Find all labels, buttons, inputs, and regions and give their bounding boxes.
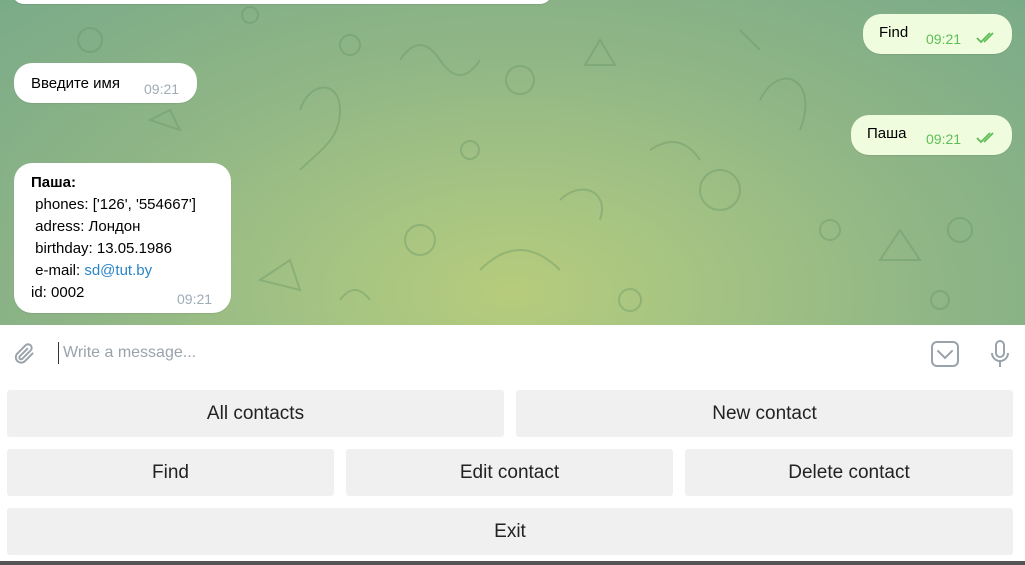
message-time: 09:21 xyxy=(144,81,180,97)
message-time: 09:21 xyxy=(926,131,962,147)
message-time: 09:21 xyxy=(177,291,213,307)
contact-id: id: 0002 xyxy=(31,284,85,301)
keyboard-toggle-icon[interactable] xyxy=(930,340,960,368)
incoming-contact-card[interactable]: Паша: phones: ['126', '554667'] adress: … xyxy=(14,163,231,313)
contact-email-line: e-mail: sd@tut.by xyxy=(31,262,152,279)
exit-button[interactable]: Exit xyxy=(7,508,1013,555)
message-input-bar: Write a message... xyxy=(0,325,1025,381)
telegram-window: Find 09:21 Введите имя 09:21 Паша 09:21 … xyxy=(0,0,1025,565)
contact-phones: phones: ['126', '554667'] xyxy=(31,196,196,213)
window-bottom-edge xyxy=(0,561,1025,565)
contact-adress: adress: Лондон xyxy=(31,218,141,235)
outgoing-message-name[interactable]: Паша 09:21 xyxy=(851,115,1012,155)
contact-name: Паша: xyxy=(31,174,76,191)
read-checkmarks-icon xyxy=(976,32,994,44)
contact-birthday: birthday: 13.05.1986 xyxy=(31,240,172,257)
message-input[interactable]: Write a message... xyxy=(58,342,196,364)
microphone-icon[interactable] xyxy=(988,339,1012,369)
incoming-message-prompt[interactable]: Введите имя 09:21 xyxy=(14,63,197,103)
message-text: Find xyxy=(879,24,909,41)
outgoing-message-find[interactable]: Find 09:21 xyxy=(863,14,1012,54)
message-text: Паша xyxy=(867,125,907,142)
find-button[interactable]: Find xyxy=(7,449,334,496)
paperclip-icon[interactable] xyxy=(12,341,38,367)
message-time: 09:21 xyxy=(926,31,962,47)
message-text: Введите имя xyxy=(31,75,120,92)
contact-email-link[interactable]: sd@tut.by xyxy=(84,262,152,279)
edit-contact-button[interactable]: Edit contact xyxy=(346,449,673,496)
chat-history[interactable]: Find 09:21 Введите имя 09:21 Паша 09:21 … xyxy=(0,0,1025,325)
new-contact-button[interactable]: New contact xyxy=(516,390,1013,437)
all-contacts-button[interactable]: All contacts xyxy=(7,390,504,437)
contact-email-label: e-mail: xyxy=(31,262,85,279)
read-checkmarks-icon xyxy=(976,132,994,144)
delete-contact-button[interactable]: Delete contact xyxy=(685,449,1013,496)
previous-message-bubble xyxy=(12,0,552,4)
